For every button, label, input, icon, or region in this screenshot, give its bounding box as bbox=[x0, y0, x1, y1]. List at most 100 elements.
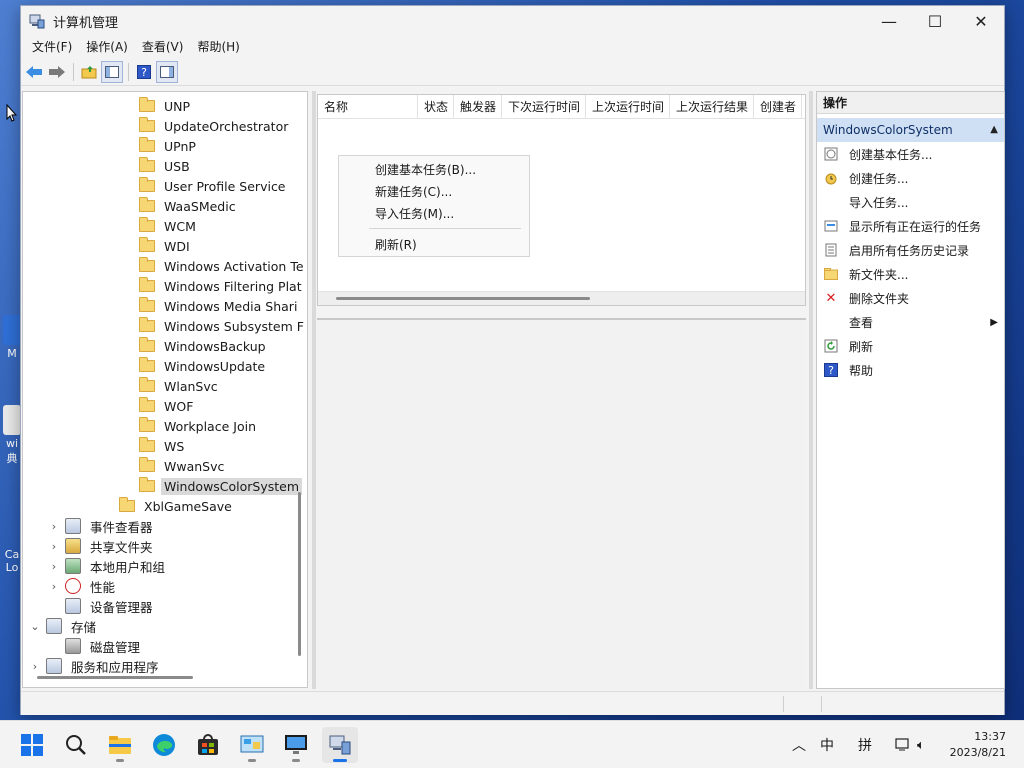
toolbar-separator bbox=[128, 62, 129, 81]
menu-view[interactable]: 查看(V) bbox=[135, 36, 191, 58]
tree-item-performance[interactable]: › 性能 bbox=[47, 576, 118, 596]
console-tree[interactable]: UNP UpdateOrchestrator UPnP USB User Profile… bbox=[22, 91, 308, 688]
action-show-running-tasks[interactable]: 显示所有正在运行的任务 bbox=[817, 214, 1004, 238]
tree-item-folder[interactable]: Windows Activation Te bbox=[139, 256, 307, 276]
tree-item-folder[interactable]: WOF bbox=[139, 396, 196, 416]
desktop-icon-m[interactable]: M bbox=[2, 315, 22, 360]
search-button[interactable] bbox=[58, 727, 94, 763]
tree-item-folder[interactable]: Windows Filtering Plat bbox=[139, 276, 305, 296]
horizontal-scrollbar[interactable] bbox=[37, 676, 193, 679]
action-refresh[interactable]: 刷新 bbox=[817, 334, 1004, 358]
desktop-icon-wi[interactable]: wi 典 bbox=[2, 405, 22, 466]
column-name[interactable]: 名称 bbox=[318, 95, 418, 119]
tree-item-device-manager[interactable]: 设备管理器 bbox=[47, 596, 156, 616]
tree-item-folder[interactable]: Windows Subsystem F bbox=[139, 316, 307, 336]
tree-item-folder[interactable]: WindowsUpdate bbox=[139, 356, 268, 376]
show-hidden-icons-button[interactable]: ︿ bbox=[792, 721, 806, 768]
tree-item-folder[interactable]: WDI bbox=[139, 236, 193, 256]
show-hide-tree-button[interactable] bbox=[101, 60, 123, 83]
ctx-create-basic-task[interactable]: 创建基本任务(B)... bbox=[375, 161, 476, 178]
tree-item-folder[interactable]: WindowsColorSystem bbox=[139, 476, 303, 496]
up-folder-button[interactable] bbox=[78, 61, 100, 83]
taskbar-file-explorer[interactable] bbox=[102, 727, 138, 763]
tree-item-event-viewer[interactable]: › 事件查看器 bbox=[47, 516, 156, 536]
tree-item-folder[interactable]: WwanSvc bbox=[139, 456, 227, 476]
tree-item-local-users[interactable]: › 本地用户和组 bbox=[47, 556, 168, 576]
action-delete-folder[interactable]: ✕ 删除文件夹 bbox=[817, 286, 1004, 310]
column-next-run[interactable]: 下次运行时间 bbox=[502, 95, 586, 119]
task-list-pane[interactable]: 名称 状态 触发器 下次运行时间 上次运行时间 上次运行结果 创建者 创建基本任… bbox=[317, 94, 806, 306]
maximize-button[interactable]: ☐ bbox=[912, 6, 958, 36]
tree-item-shared-folders[interactable]: › 共享文件夹 bbox=[47, 536, 156, 556]
action-create-task[interactable]: 创建任务... bbox=[817, 166, 1004, 190]
action-help[interactable]: ? 帮助 bbox=[817, 358, 1004, 382]
tree-item-services-apps[interactable]: › 服务和应用程序 bbox=[28, 656, 162, 676]
tree-item-disk-management[interactable]: 磁盘管理 bbox=[65, 636, 143, 656]
tree-item-folder[interactable]: UPnP bbox=[139, 136, 199, 156]
tree-item-folder[interactable]: Workplace Join bbox=[139, 416, 259, 436]
expand-chevron-icon[interactable]: › bbox=[47, 560, 61, 573]
horizontal-scrollbar[interactable] bbox=[336, 297, 590, 300]
forward-button[interactable] bbox=[46, 61, 68, 83]
column-trigger[interactable]: 触发器 bbox=[454, 95, 502, 119]
taskbar-control-panel[interactable] bbox=[234, 727, 270, 763]
start-button[interactable] bbox=[14, 727, 50, 763]
menu-help[interactable]: 帮助(H) bbox=[190, 36, 246, 58]
ime-pinyin-button[interactable]: 拼 bbox=[858, 721, 872, 768]
menu-action[interactable]: 操作(A) bbox=[79, 36, 135, 58]
tree-item-storage[interactable]: ⌄ 存储 bbox=[28, 616, 99, 636]
actions-section-header[interactable]: WindowsColorSystem ▲ bbox=[817, 118, 1004, 142]
menu-file[interactable]: 文件(F) bbox=[25, 36, 79, 58]
expand-chevron-icon[interactable]: › bbox=[47, 580, 61, 593]
column-author[interactable]: 创建者 bbox=[754, 95, 802, 119]
expand-chevron-icon[interactable]: › bbox=[47, 520, 61, 533]
action-new-folder[interactable]: 新文件夹... bbox=[817, 262, 1004, 286]
help-button[interactable]: ? bbox=[133, 61, 155, 83]
tree-item-xblgamesave[interactable]: XblGameSave bbox=[119, 496, 235, 516]
network-volume-button[interactable]: 🔈︎ bbox=[895, 721, 925, 768]
tree-item-folder[interactable]: User Profile Service bbox=[139, 176, 289, 196]
desktop-icon-ca[interactable]: Ca Lo bbox=[2, 548, 22, 574]
back-button[interactable] bbox=[23, 61, 45, 83]
action-enable-history[interactable]: 启用所有任务历史记录 bbox=[817, 238, 1004, 262]
minimize-button[interactable]: — bbox=[866, 6, 912, 36]
column-last-run[interactable]: 上次运行时间 bbox=[586, 95, 670, 119]
taskbar-computer-management[interactable] bbox=[322, 727, 358, 763]
taskbar-edge[interactable] bbox=[146, 727, 182, 763]
taskbar-display-app[interactable] bbox=[278, 727, 314, 763]
import-task-icon bbox=[823, 194, 839, 210]
tree-item-folder[interactable]: UNP bbox=[139, 96, 193, 116]
collapse-triangle-icon[interactable]: ▲ bbox=[990, 118, 998, 142]
tree-item-folder[interactable]: UpdateOrchestrator bbox=[139, 116, 291, 136]
tree-item-folder[interactable]: WlanSvc bbox=[139, 376, 221, 396]
folder-icon bbox=[139, 257, 155, 272]
pane-splitter[interactable] bbox=[312, 91, 316, 689]
ime-mode-button[interactable]: 中 bbox=[820, 721, 834, 768]
tree-item-folder[interactable]: WindowsBackup bbox=[139, 336, 269, 356]
collapse-chevron-icon[interactable]: ⌄ bbox=[28, 620, 42, 633]
vertical-scrollbar[interactable] bbox=[298, 492, 301, 656]
expand-chevron-icon[interactable]: › bbox=[28, 660, 42, 673]
title-bar[interactable]: 计算机管理 — ☐ ✕ bbox=[21, 6, 1004, 36]
tree-item-folder[interactable]: USB bbox=[139, 156, 193, 176]
ctx-refresh[interactable]: 刷新(R) bbox=[375, 236, 417, 253]
task-detail-pane[interactable] bbox=[317, 318, 806, 690]
close-button[interactable]: ✕ bbox=[958, 6, 1004, 36]
tree-item-folder[interactable]: WCM bbox=[139, 216, 199, 236]
tree-item-folder[interactable]: WaaSMedic bbox=[139, 196, 239, 216]
column-status[interactable]: 状态 bbox=[418, 95, 454, 119]
action-import-task[interactable]: 导入任务... bbox=[817, 190, 1004, 214]
folder-icon bbox=[139, 297, 155, 312]
action-view[interactable]: 查看 ▶ bbox=[817, 310, 1004, 334]
pane-splitter[interactable] bbox=[809, 91, 813, 689]
clock[interactable]: 13:37 2023/8/21 bbox=[950, 729, 1006, 761]
show-hide-action-pane-button[interactable] bbox=[156, 60, 178, 83]
ctx-import-task[interactable]: 导入任务(M)... bbox=[375, 205, 454, 222]
action-create-basic-task[interactable]: 创建基本任务... bbox=[817, 142, 1004, 166]
expand-chevron-icon[interactable]: › bbox=[47, 540, 61, 553]
tree-item-folder[interactable]: WS bbox=[139, 436, 187, 456]
column-last-result[interactable]: 上次运行结果 bbox=[670, 95, 754, 119]
taskbar-store[interactable] bbox=[190, 727, 226, 763]
ctx-create-task[interactable]: 新建任务(C)... bbox=[375, 183, 452, 200]
tree-item-folder[interactable]: Windows Media Shari bbox=[139, 296, 300, 316]
